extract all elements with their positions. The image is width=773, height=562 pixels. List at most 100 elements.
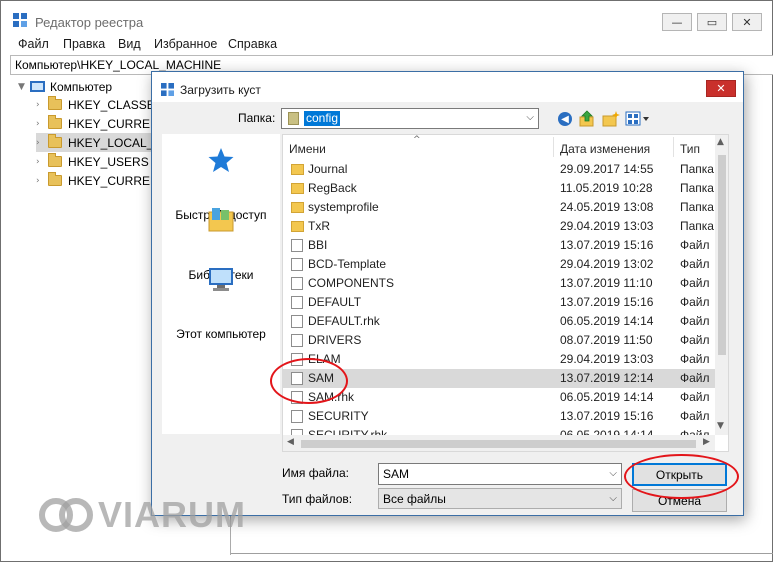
file-date: 06.05.2019 14:14: [560, 314, 654, 328]
dialog-close-button[interactable]: ✕: [706, 80, 736, 97]
file-row[interactable]: COMPONENTS 13.07.2019 11:10 Файл: [283, 274, 715, 293]
back-arrow-icon: ◀: [558, 112, 572, 126]
file-type: Файл: [680, 314, 710, 328]
up-folder-button[interactable]: [578, 110, 596, 128]
tree-item-label: HKEY_USERS: [68, 154, 149, 169]
file-row[interactable]: TxR 29.04.2019 13:03 Папка: [283, 217, 715, 236]
file-name: TxR: [308, 219, 330, 233]
up-folder-icon: [579, 110, 594, 127]
tree-item-hkcr[interactable]: › HKEY_CLASSES_: [36, 95, 169, 114]
file-row[interactable]: ELAM 29.04.2019 13:03 Файл: [283, 350, 715, 369]
horizontal-scrollbar[interactable]: ◀ ▶: [283, 435, 715, 451]
column-divider[interactable]: [673, 137, 674, 157]
new-folder-icon: [602, 111, 620, 127]
column-divider[interactable]: [553, 137, 554, 157]
file-name: DEFAULT.rhk: [308, 314, 380, 328]
chevron-down-icon[interactable]: ⌵: [609, 468, 617, 479]
file-date: 13.07.2019 15:16: [560, 409, 654, 423]
file-row[interactable]: DEFAULT 13.07.2019 15:16 Файл: [283, 293, 715, 312]
close-icon: ✕: [742, 15, 752, 29]
minimize-button[interactable]: —: [662, 13, 692, 31]
tree-item-hkcc[interactable]: › HKEY_CURRENT: [36, 171, 166, 190]
file-date: 08.07.2019 11:50: [560, 333, 653, 347]
dialog-titlebar: Загрузить куст ✕: [152, 72, 743, 102]
collapsed-arrow-icon[interactable]: ›: [36, 100, 48, 110]
place-this-pc[interactable]: [162, 266, 280, 294]
collapsed-arrow-icon[interactable]: ›: [36, 157, 48, 167]
folder-icon: [48, 115, 62, 129]
tree-item-computer[interactable]: ▼ Компьютер: [18, 77, 112, 96]
file-row[interactable]: BCD-Template 29.04.2019 13:02 Файл: [283, 255, 715, 274]
new-folder-button[interactable]: [602, 110, 620, 128]
folder-icon: [48, 153, 62, 167]
folder-value: config: [304, 111, 341, 126]
menu-help[interactable]: Справка: [228, 37, 277, 51]
places-panel: Быстрый доступ Библиотеки Этот компьютер: [162, 134, 280, 434]
expanded-arrow-icon[interactable]: ▼: [18, 82, 30, 92]
file-row[interactable]: SECURITY 13.07.2019 15:16 Файл: [283, 407, 715, 426]
filetype-label: Тип файлов:: [282, 492, 353, 506]
folder-label: Папка:: [238, 111, 276, 125]
tree-item-hku[interactable]: › HKEY_USERS: [36, 152, 149, 171]
file-type: Папка: [680, 219, 714, 233]
file-name: systemprofile: [308, 200, 379, 214]
column-date[interactable]: Дата изменения: [560, 142, 650, 156]
file-date: 13.07.2019 12:14: [560, 371, 654, 385]
file-date: 06.05.2019 14:14: [560, 390, 654, 404]
sort-ascending-icon: ^: [413, 135, 421, 145]
view-grid-icon: [625, 111, 649, 126]
scroll-thumb[interactable]: [301, 440, 696, 448]
back-button[interactable]: ◀: [556, 110, 574, 128]
menu-favorites[interactable]: Избранное: [154, 37, 217, 51]
file-row[interactable]: BBI 13.07.2019 15:16 Файл: [283, 236, 715, 255]
filetype-dropdown[interactable]: Все файлы ⌵: [378, 488, 622, 509]
tree-item-label: Компьютер: [50, 79, 113, 94]
file-type: Файл: [680, 333, 710, 347]
file-row[interactable]: Journal 29.09.2017 14:55 Папка: [283, 160, 715, 179]
scroll-thumb[interactable]: [718, 155, 726, 355]
folder-icon: [48, 134, 62, 148]
collapsed-arrow-icon[interactable]: ›: [36, 119, 48, 129]
scroll-down-icon[interactable]: ▼: [717, 421, 724, 431]
close-icon: ✕: [716, 82, 726, 95]
watermark-icon: [39, 498, 93, 532]
folder-dropdown[interactable]: config ⌵: [281, 108, 539, 129]
column-type[interactable]: Тип: [680, 142, 700, 156]
place-quick-access[interactable]: [162, 146, 280, 174]
maximize-icon: ▭: [706, 15, 718, 29]
file-row[interactable]: systemprofile 24.05.2019 13:08 Папка: [283, 198, 715, 217]
vertical-scrollbar[interactable]: ▲ ▼: [715, 135, 728, 435]
file-name: SECURITY: [308, 409, 369, 423]
folder-icon: [48, 96, 62, 110]
tree-item-hkcu[interactable]: › HKEY_CURRENT: [36, 114, 166, 133]
menu-bar: Файл Правка Вид Избранное Справка: [1, 35, 772, 55]
close-button[interactable]: ✕: [732, 13, 762, 31]
file-row[interactable]: DEFAULT.rhk 06.05.2019 14:14 Файл: [283, 312, 715, 331]
folder-icon: [291, 183, 304, 194]
place-libraries[interactable]: [162, 206, 280, 234]
file-name: Journal: [308, 162, 348, 176]
collapsed-arrow-icon[interactable]: ›: [36, 176, 48, 186]
file-row[interactable]: DRIVERS 08.07.2019 11:50 Файл: [283, 331, 715, 350]
file-date: 24.05.2019 13:08: [560, 200, 654, 214]
menu-file[interactable]: Файл: [18, 37, 49, 51]
dialog-title: Загрузить куст: [180, 83, 261, 97]
file-row[interactable]: SAM.rhk 06.05.2019 14:14 Файл: [283, 388, 715, 407]
collapsed-arrow-icon[interactable]: ›: [36, 138, 48, 148]
menu-view[interactable]: Вид: [118, 37, 141, 51]
file-icon: [291, 296, 303, 309]
file-date: 29.04.2019 13:02: [560, 257, 654, 271]
maximize-button[interactable]: ▭: [697, 13, 727, 31]
highlight-ring-sam: [270, 358, 348, 404]
scroll-left-icon[interactable]: ◀: [287, 437, 294, 447]
filename-input[interactable]: SAM ⌵: [378, 463, 622, 485]
scroll-right-icon[interactable]: ▶: [703, 437, 710, 447]
file-row[interactable]: RegBack 11.05.2019 10:28 Папка: [283, 179, 715, 198]
file-name: BCD-Template: [308, 257, 387, 271]
view-menu-button[interactable]: [625, 110, 651, 128]
column-name[interactable]: Имени: [289, 142, 326, 156]
scroll-up-icon[interactable]: ▲: [717, 137, 724, 147]
computer-icon: [30, 81, 45, 92]
menu-edit[interactable]: Правка: [63, 37, 105, 51]
filetype-value: Все файлы: [383, 492, 446, 506]
